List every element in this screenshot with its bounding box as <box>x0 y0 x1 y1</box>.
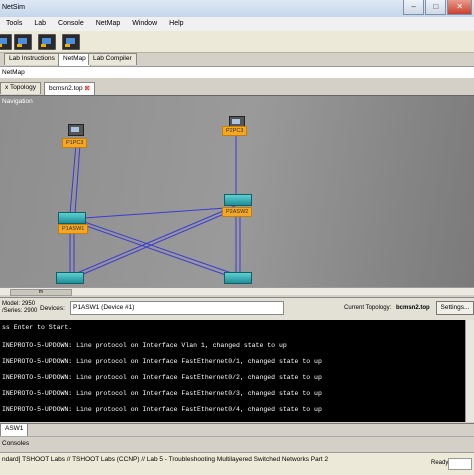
console-scrollbar[interactable] <box>465 320 474 422</box>
menu-netmap[interactable]: NetMap <box>90 17 127 31</box>
netmap-header-label: NetMap <box>2 69 25 76</box>
menu-window[interactable]: Window <box>126 17 163 31</box>
current-topology-label: Current Topology: <box>344 305 392 311</box>
devices-label: Devices: <box>40 305 65 312</box>
toolbar <box>0 31 474 53</box>
netmap-header: NetMap <box>0 66 474 78</box>
toolbar-device-icon[interactable] <box>0 34 12 50</box>
pc-icon[interactable] <box>68 124 84 136</box>
main-tabs: Lab Instructions NetMap Lab Compiler <box>0 53 474 66</box>
settings-button[interactable]: Settings... <box>436 301 474 315</box>
console-line: INEPROTO-5-UPDOWN: Line protocol on Inte… <box>2 390 322 397</box>
horizontal-scrollbar[interactable]: m <box>0 287 474 296</box>
console-line: INEPROTO-5-UPDOWN: Line protocol on Inte… <box>2 358 322 365</box>
tab-lab-instructions[interactable]: Lab Instructions <box>4 53 60 65</box>
current-topology-value: bcmsn2.top <box>396 305 430 311</box>
menu-lab[interactable]: Lab <box>28 17 52 31</box>
console-tabs: ASW1 <box>0 423 474 437</box>
console-line: INEPROTO-5-UPDOWN: Line protocol on Inte… <box>2 374 322 381</box>
model-value: 2950 <box>21 301 36 307</box>
menu-help[interactable]: Help <box>163 17 189 31</box>
status-bar: ndard] TSHOOT Labs // TSHOOT Labs (CCNP)… <box>0 452 474 475</box>
ready-label: Ready <box>431 460 449 466</box>
device-label-p1asw1[interactable]: P1ASW1 <box>58 224 89 234</box>
tab-bcmsn2[interactable]: bcmsn2.top ⊠ <box>44 82 95 95</box>
series-label: /Series: <box>2 308 23 314</box>
status-text: ndard] TSHOOT Labs // TSHOOT Labs (CCNP)… <box>2 456 329 463</box>
console-line: ss Enter to Start. <box>2 324 73 331</box>
tab-topology[interactable]: x Topology <box>0 82 41 94</box>
toolbar-device-icon[interactable] <box>14 34 32 50</box>
menu-bar: Tools Lab Console NetMap Window Help <box>0 17 474 31</box>
console-output[interactable]: ss Enter to Start. INEPROTO-5-UPDOWN: Li… <box>0 320 474 422</box>
consoles-label[interactable]: Consoles <box>2 440 29 447</box>
device-label-p2pc3[interactable]: P2PC3 <box>222 126 248 136</box>
toolbar-device-icon[interactable] <box>38 34 56 50</box>
switch-icon[interactable] <box>224 194 252 206</box>
title-bar: NetSim – □ ✕ <box>0 0 474 18</box>
device-info-bar: Model: 2950 /Series: 2900 Devices: P1ASW… <box>0 297 474 321</box>
menu-console[interactable]: Console <box>52 17 90 31</box>
menu-tools[interactable]: Tools <box>0 17 28 31</box>
maximize-button[interactable]: □ <box>425 0 447 15</box>
window-title: NetSim <box>2 4 25 11</box>
series-value: 2900 <box>24 308 38 314</box>
tab-bcmsn2-label: bcmsn2.top <box>49 85 83 92</box>
switch-icon[interactable] <box>224 272 252 284</box>
topology-canvas[interactable]: Navigation P1PC3 P2PC3 P1ASW1 P2ASW2 <box>0 95 474 288</box>
model-label: Model: <box>2 301 21 307</box>
topology-tabs: x Topology bcmsn2.top ⊠ <box>0 81 474 95</box>
window-controls: – □ ✕ <box>402 0 472 15</box>
consoles-panel-tab: Consoles <box>0 436 474 450</box>
device-label-p1pc3[interactable]: P1PC3 <box>62 138 88 148</box>
tab-netmap[interactable]: NetMap <box>58 53 91 66</box>
device-select[interactable]: P1ASW1 (Device #1) <box>70 301 284 315</box>
close-button[interactable]: ✕ <box>447 0 472 15</box>
switch-icon[interactable] <box>56 272 84 284</box>
ready-indicator <box>448 458 472 470</box>
toolbar-device-icon[interactable] <box>62 34 80 50</box>
tab-lab-compiler[interactable]: Lab Compiler <box>88 53 137 65</box>
console-line: INEPROTO-5-UPDOWN: Line protocol on Inte… <box>2 406 322 413</box>
switch-icon[interactable] <box>58 212 86 224</box>
console-line: INEPROTO-5-UPDOWN: Line protocol on Inte… <box>2 342 287 349</box>
device-label-p2asw2[interactable]: P2ASW2 <box>222 207 253 217</box>
scrollbar-thumb[interactable]: m <box>10 289 72 296</box>
minimize-button[interactable]: – <box>403 0 425 15</box>
model-info: Model: 2950 /Series: 2900 <box>2 301 37 315</box>
close-icon[interactable]: ⊠ <box>84 85 89 92</box>
